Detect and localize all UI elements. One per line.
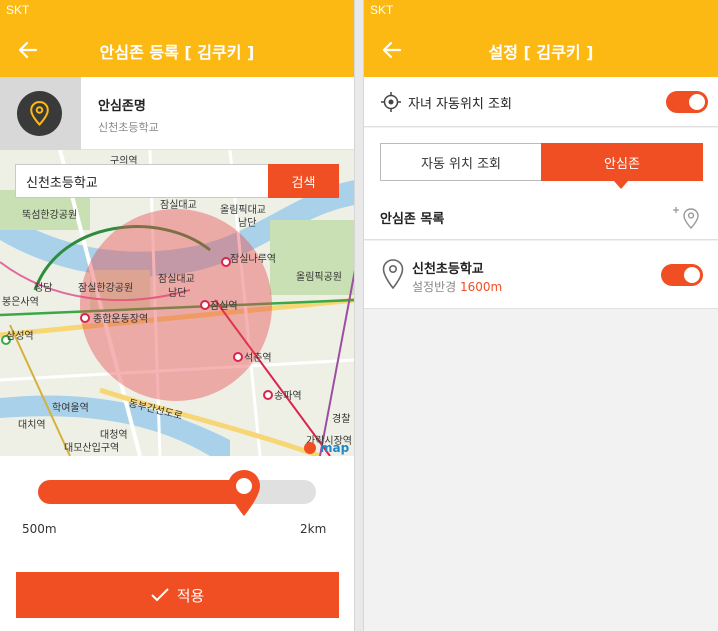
safe-zone-register-screen: SKT 안심존 등록 [ 김쿠키 ] 안심존명 신천초등학교 구의역 뚝섬한강공… xyxy=(0,0,355,631)
location-pin-icon xyxy=(382,259,404,290)
map-label: 경찰 xyxy=(332,412,350,425)
zone-name-label: 안심존명 xyxy=(98,99,146,114)
zone-name: 신천초등학교 xyxy=(412,262,484,277)
zone-radius-label: 설정반경 xyxy=(412,280,457,294)
map-label: 대치역 xyxy=(18,419,46,431)
map-label: 잠실대교 xyxy=(160,199,197,211)
map-view[interactable]: 구의역 뚝섬한강공원 잠실대교 올림픽대교 남단 잠실나루역 잠실한강공원 잠실… xyxy=(0,150,354,456)
carrier-label: SKT xyxy=(6,3,30,17)
map-label: 송파역 xyxy=(274,390,302,402)
auto-location-row: 자녀 자동위치 조회 xyxy=(364,77,718,127)
check-icon xyxy=(150,588,169,602)
tabs-row: 자동 위치 조회 안심존 xyxy=(364,128,718,194)
list-title: 안심존 목록 xyxy=(380,212,445,227)
page-title: 설정 [ 김쿠키 ] xyxy=(488,43,594,62)
toggle-knob xyxy=(689,94,705,110)
apply-button[interactable]: 적용 xyxy=(16,572,339,618)
map-label: 종합운동장역 xyxy=(93,313,148,325)
crosshair-icon xyxy=(381,92,401,112)
search-button[interactable]: 검색 xyxy=(268,164,339,198)
zone-enabled-toggle[interactable] xyxy=(661,264,703,286)
app-header: SKT 설정 [ 김쿠키 ] xyxy=(364,0,718,77)
auto-location-label: 자녀 자동위치 조회 xyxy=(408,97,512,112)
zone-name-value[interactable]: 신천초등학교 xyxy=(98,119,159,135)
add-location-icon[interactable] xyxy=(672,205,704,231)
map-label: 남단 xyxy=(168,287,186,299)
map-label: 올림픽공원 xyxy=(296,271,342,283)
tab-auto-location[interactable]: 자동 위치 조회 xyxy=(380,143,542,181)
apply-button-label: 적용 xyxy=(176,586,205,605)
map-label: 올림픽대교 xyxy=(220,204,266,216)
search-input[interactable] xyxy=(15,164,269,198)
map-label: 대청역 xyxy=(100,429,128,441)
map-label: 잠실한강공원 xyxy=(78,282,133,294)
map-label: 학여울역 xyxy=(52,402,89,414)
zone-icon-circle xyxy=(17,91,62,136)
map-label: 잠실나루역 xyxy=(230,253,276,265)
zone-icon-box xyxy=(0,77,81,150)
search-bar: 검색 xyxy=(15,164,339,198)
toggle-knob xyxy=(684,267,700,283)
map-label: 석촌역 xyxy=(244,352,272,364)
zone-radius: 설정반경 1600m xyxy=(412,278,502,295)
map-label: 잠실대교 xyxy=(158,273,195,285)
safe-zone-list-item[interactable]: 신천초등학교 설정반경 1600m xyxy=(364,241,718,309)
auto-location-toggle[interactable] xyxy=(666,91,708,113)
map-label: 청담 xyxy=(34,282,52,294)
slider-handle-pin-icon[interactable] xyxy=(225,468,263,518)
settings-screen: SKT 설정 [ 김쿠키 ] 자녀 자동위치 조회 자동 위치 조회 안심존 안… xyxy=(363,0,718,631)
slider-min-label: 500m xyxy=(22,522,57,536)
map-label: 봉은사역 xyxy=(2,296,39,308)
safe-zone-radius xyxy=(80,209,272,401)
map-label: 잠실역 xyxy=(210,300,238,312)
map-label: 대모산입구역 xyxy=(64,441,119,454)
carrier-label: SKT xyxy=(370,3,394,17)
slider-max-label: 2km xyxy=(300,522,327,536)
active-tab-pointer xyxy=(614,181,628,189)
page-title: 안심존 등록 [ 김쿠키 ] xyxy=(99,43,255,62)
tab-safe-zone[interactable]: 안심존 xyxy=(541,143,703,181)
radius-slider-fill xyxy=(38,480,244,504)
svg-text:map: map xyxy=(320,441,350,455)
zone-name-section: 안심존명 신천초등학교 xyxy=(0,77,354,150)
map-label: 삼성역 xyxy=(6,330,34,342)
safe-zone-list-header: 안심존 목록 xyxy=(364,194,718,240)
map-label: 남단 xyxy=(238,217,256,229)
location-pin-icon xyxy=(30,100,49,126)
map-label: 뚝섬한강공원 xyxy=(22,209,77,221)
app-header: SKT 안심존 등록 [ 김쿠키 ] xyxy=(0,0,354,77)
map-brand-logo: map xyxy=(304,441,350,455)
zone-radius-value: 1600m xyxy=(460,280,503,294)
